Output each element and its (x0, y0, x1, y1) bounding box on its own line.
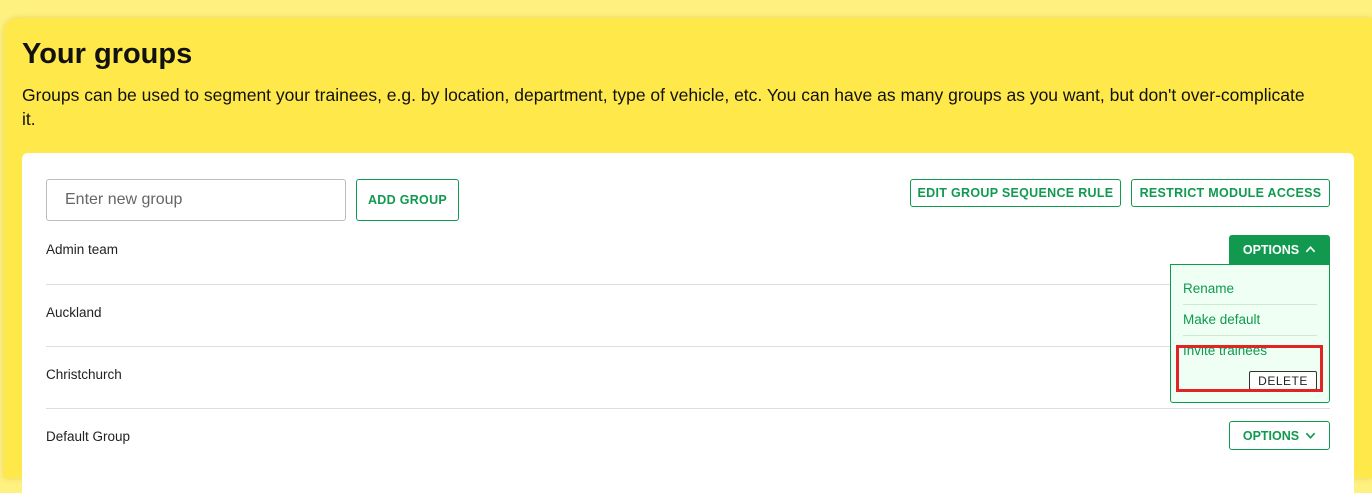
group-row: Christchurch (46, 347, 1330, 409)
group-row: Default Group (46, 409, 1330, 471)
menu-divider (1183, 304, 1317, 305)
new-group-input[interactable] (46, 179, 346, 221)
options-dropdown-menu: Rename Make default Invite trainees DELE… (1170, 264, 1330, 403)
groups-panel: Your groups Groups can be used to segmen… (4, 18, 1372, 493)
options-button-default-group[interactable]: OPTIONS (1229, 421, 1330, 450)
chevron-down-icon (1305, 432, 1316, 440)
menu-item-invite-trainees[interactable]: Invite trainees (1183, 343, 1317, 358)
add-group-button[interactable]: ADD GROUP (356, 179, 459, 221)
group-name: Default Group (46, 429, 131, 444)
chevron-up-icon (1305, 245, 1316, 253)
groups-card: ADD GROUP EDIT GROUP SEQUENCE RULE RESTR… (22, 153, 1354, 493)
menu-item-make-default[interactable]: Make default (1183, 312, 1317, 327)
options-label: OPTIONS (1242, 428, 1300, 443)
group-name: Christchurch (46, 367, 122, 382)
restrict-module-access-button[interactable]: RESTRICT MODULE ACCESS (1131, 179, 1330, 207)
group-name: Admin team (46, 242, 119, 257)
menu-divider (1183, 335, 1317, 336)
menu-item-rename[interactable]: Rename (1183, 281, 1317, 296)
page-title: Your groups (22, 38, 193, 70)
delete-button[interactable]: DELETE (1249, 371, 1317, 390)
group-row: Auckland (46, 285, 1330, 347)
edit-group-sequence-rule-button[interactable]: EDIT GROUP SEQUENCE RULE (910, 179, 1121, 207)
group-name: Auckland (46, 305, 102, 320)
options-button-admin-team[interactable]: OPTIONS (1229, 235, 1330, 264)
options-label: OPTIONS (1242, 242, 1300, 257)
page-description: Groups can be used to segment your train… (22, 85, 1305, 129)
group-row: Admin team (46, 223, 1330, 285)
